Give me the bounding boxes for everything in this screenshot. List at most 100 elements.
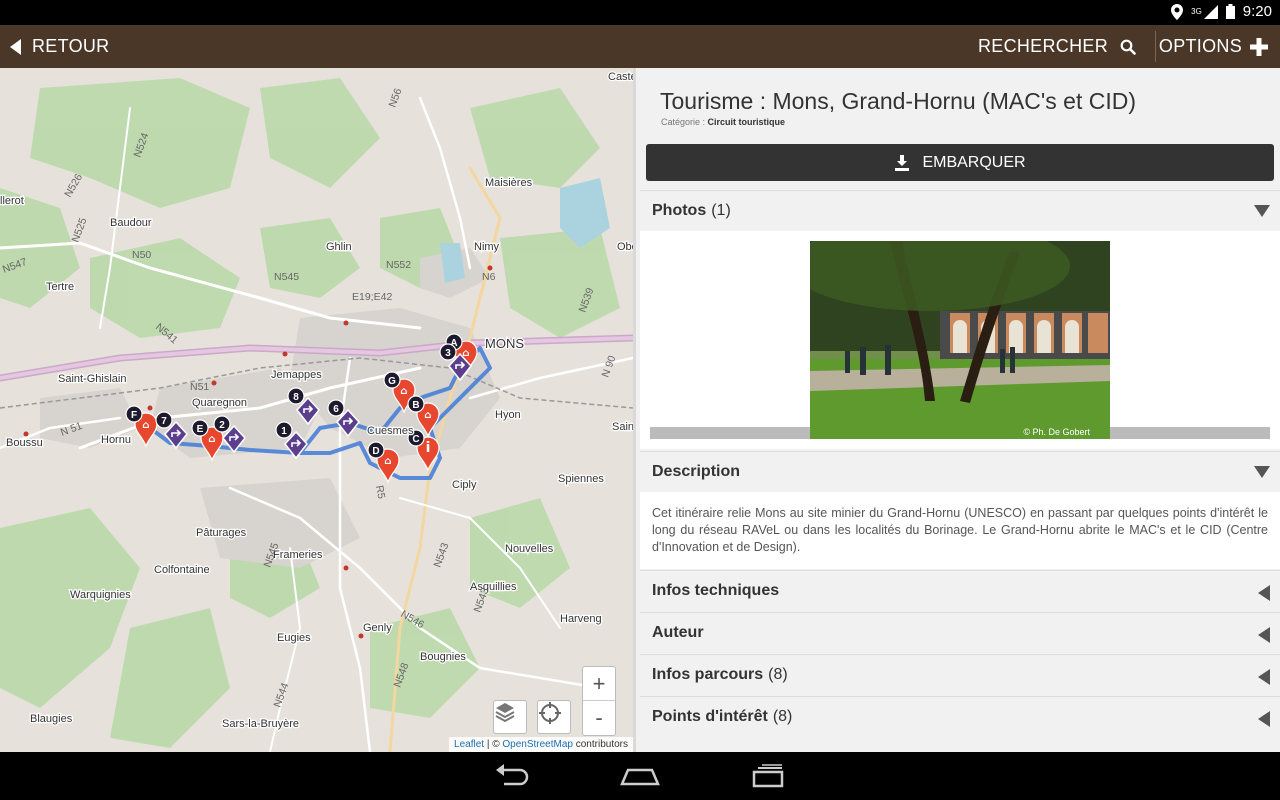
place-label: Castea xyxy=(608,71,633,83)
collapse-down-icon xyxy=(1254,205,1270,217)
leaflet-link[interactable]: Leaflet xyxy=(454,739,484,750)
road-label: N50 xyxy=(132,249,151,261)
photos-section-body: © Ph. De Gobert xyxy=(640,231,1280,449)
battery-icon xyxy=(1225,4,1235,19)
collapse-down-icon xyxy=(1254,466,1270,478)
signal-icon xyxy=(1203,4,1218,19)
download-icon xyxy=(895,154,910,171)
place-label: Spiennes xyxy=(558,473,604,485)
museum-icon: ⌂ xyxy=(208,434,215,445)
road-label: N545 xyxy=(274,271,299,283)
place-label: Hornu xyxy=(101,434,131,446)
road-label: N51 xyxy=(190,381,209,393)
recents-nav-icon[interactable] xyxy=(750,764,786,788)
photos-count: (1) xyxy=(711,202,731,219)
network-type: 3G xyxy=(1191,7,1202,16)
locate-button[interactable] xyxy=(537,700,571,734)
place-label: Tertre xyxy=(46,281,74,293)
place-label: Cuesmes xyxy=(367,425,414,437)
place-label: llerot xyxy=(0,195,24,207)
place-label: Ghlin xyxy=(326,241,352,253)
back-nav-icon[interactable] xyxy=(494,764,530,788)
search-icon xyxy=(1120,39,1136,55)
place-label: Jemappes xyxy=(271,369,322,381)
description-section-header[interactable]: Description xyxy=(640,451,1280,492)
road-label: N543 xyxy=(432,541,452,569)
town-dot xyxy=(343,320,349,326)
section-label: Infos parcours xyxy=(652,666,764,683)
embark-button[interactable]: EMBARQUER xyxy=(646,144,1274,181)
zoom-out-button[interactable]: - xyxy=(583,701,615,735)
section-points-interet[interactable]: Points d'intérêt (8) xyxy=(640,696,1280,737)
map-view[interactable]: ⌂ F 7 ⌂ E 2 1 8 6 ⌂ G ⌂ Bi C ⌂ D ⌂ A 3 Maisières Baudour Ghl… xyxy=(0,68,633,752)
town-dot xyxy=(211,380,217,386)
place-label: Baudour xyxy=(110,217,152,229)
photos-label: Photos xyxy=(652,202,707,219)
marker-label: 3 xyxy=(445,348,451,359)
marker-label: 8 xyxy=(293,392,299,403)
town-dot xyxy=(358,633,364,639)
expand-left-icon xyxy=(1258,585,1270,601)
marker-label: 6 xyxy=(333,404,339,415)
place-label: Ciply xyxy=(452,479,477,491)
place-label: Obourg xyxy=(617,241,633,253)
marker-label: 2 xyxy=(219,420,225,431)
attribution-tail: contributors xyxy=(572,739,628,750)
place-label: Frameries xyxy=(273,549,323,561)
marker-label: G xyxy=(388,376,396,387)
info-icon: i xyxy=(426,440,431,456)
search-button[interactable]: RECHERCHER xyxy=(978,25,1136,68)
layers-icon xyxy=(495,703,515,723)
layers-button[interactable] xyxy=(493,700,527,734)
section-auteur[interactable]: Auteur xyxy=(640,612,1280,653)
osm-link[interactable]: OpenStreetMap xyxy=(502,739,573,750)
marker-label: D xyxy=(372,446,379,457)
place-label: Saint-Ghislain xyxy=(58,373,126,385)
section-infos-techniques[interactable]: Infos techniques xyxy=(640,570,1280,611)
place-label: Sars-la-Bruyère xyxy=(222,718,299,730)
place-label: Asquillies xyxy=(470,581,517,593)
app-bar: RETOUR RECHERCHER OPTIONS xyxy=(0,25,1280,68)
road-label: N552 xyxy=(386,259,411,271)
zoom-in-button[interactable]: + xyxy=(583,667,615,701)
museum-icon: ⌂ xyxy=(400,386,407,397)
description-label: Description xyxy=(652,463,741,480)
section-count: (8) xyxy=(772,708,793,725)
section-label: Points d'intérêt xyxy=(652,708,768,725)
place-label: Hyon xyxy=(495,409,521,421)
museum-icon: ⌂ xyxy=(142,420,149,431)
place-label: Nimy xyxy=(474,241,500,253)
marker-label: 1 xyxy=(281,426,287,437)
photo-image xyxy=(810,241,1110,439)
section-label: Auteur xyxy=(652,624,704,641)
status-bar: 3G 9:20 xyxy=(0,0,1280,25)
clock: 9:20 xyxy=(1242,3,1272,20)
marker-label: E xyxy=(197,424,204,435)
road-label: R5 xyxy=(373,484,387,499)
back-arrow-icon xyxy=(10,38,21,55)
section-count: (8) xyxy=(768,666,788,683)
marker-label: 7 xyxy=(161,416,167,427)
place-label: Genly xyxy=(363,622,392,634)
section-label: Infos techniques xyxy=(652,582,780,599)
expand-left-icon xyxy=(1258,627,1270,643)
location-icon xyxy=(1171,3,1184,20)
section-infos-parcours[interactable]: Infos parcours (8) xyxy=(640,654,1280,695)
description-text: Cet itinéraire relie Mons au site minier… xyxy=(640,492,1280,569)
town-dot xyxy=(23,431,29,437)
road-label: N525 xyxy=(70,216,90,244)
place-label: Sain xyxy=(612,421,633,433)
home-nav-icon[interactable] xyxy=(620,764,660,788)
town-dot xyxy=(343,565,349,571)
photos-section-header[interactable]: Photos (1) xyxy=(640,190,1280,231)
back-button[interactable]: RETOUR xyxy=(10,25,109,68)
page-title: Tourisme : Mons, Grand-Hornu (MAC's et C… xyxy=(660,88,1137,114)
marker-label: B xyxy=(412,400,419,411)
map-canvas[interactable]: ⌂F7⌂E 2186⌂G⌂BiC⌂D⌂A3 MaisièresBaudourGhl… xyxy=(0,68,633,752)
town-dot xyxy=(147,405,153,411)
photo-credit: © Ph. De Gobert xyxy=(1023,427,1090,437)
place-label: Nouvelles xyxy=(505,543,554,555)
tour-photo[interactable]: © Ph. De Gobert xyxy=(810,241,1110,439)
options-label: OPTIONS xyxy=(1158,36,1242,56)
options-button[interactable]: OPTIONS xyxy=(1159,25,1268,68)
